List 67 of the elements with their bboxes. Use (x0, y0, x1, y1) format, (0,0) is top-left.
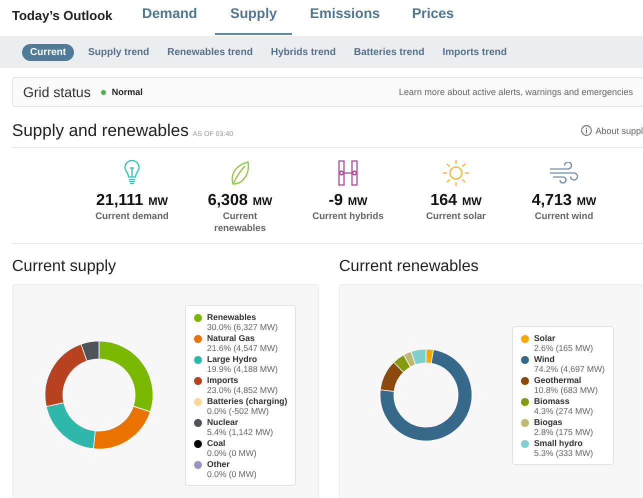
stat-unit: MW (148, 196, 168, 208)
legend-label: Small hydro (534, 438, 584, 448)
alerts-link[interactable]: Learn more about active alerts, warnings and emergencies (398, 87, 633, 97)
status-value: Normal (112, 87, 143, 97)
legend-label: Coal (207, 438, 226, 448)
legend-label: Large Hydro (207, 354, 258, 364)
stat-value: 6,308 (208, 192, 248, 210)
stat-label: Current demand (94, 211, 170, 223)
legend-label: Biogas (534, 416, 564, 426)
legend-value: 0.0% (0 MW) (207, 468, 257, 478)
legend-value: 21.6% (4,547 MW) (207, 342, 278, 352)
legend-label: Other (207, 458, 231, 468)
wind-icon (549, 162, 579, 184)
legend-label: Wind (534, 354, 556, 364)
legend-value: 23.0% (4,852 MW) (207, 384, 278, 394)
subnav-tab[interactable]: Current (22, 44, 74, 60)
status-label: Grid status (23, 84, 91, 100)
stat-label: Current wind (534, 211, 594, 223)
stat-unit: MW (348, 196, 368, 208)
info-icon (581, 125, 592, 136)
subnav-tab[interactable]: Renewables trend (167, 44, 253, 60)
legend-label: Renewables (207, 312, 258, 322)
legend-label: Natural Gas (207, 332, 256, 342)
legend-value: 0.0% (-502 MW) (207, 406, 269, 416)
page-title: Today’s Outlook (12, 8, 114, 25)
lightbulb-icon (124, 160, 140, 186)
legend-value: 0.0% (0 MW) (207, 448, 257, 458)
leaf-icon (230, 160, 250, 186)
legend-value: 10.8% (683 MW) (534, 384, 598, 394)
legend-label: Geothermal (534, 374, 582, 384)
sun-icon (442, 159, 470, 187)
legend-value: 4.3% (274 MW) (534, 406, 594, 416)
stat-value: 4,713 (532, 192, 572, 210)
legend-value: 2.8% (175 MW) (534, 426, 594, 436)
stat-label: Current solar (425, 211, 487, 223)
stat-unit: MW (576, 196, 596, 208)
subnav-tab[interactable]: Batteries trend (354, 44, 424, 60)
stat-value: 164 (430, 192, 458, 210)
section-title: Supply and renewables (12, 121, 189, 141)
stat-value: -9 (328, 192, 343, 210)
legend-value: 19.9% (4,188 MW) (207, 364, 278, 374)
legend-value: 5.4% (1,142 MW) (207, 426, 274, 436)
subnav-tab[interactable]: Hybrids trend (270, 44, 336, 60)
subnav-tab[interactable]: Imports trend (442, 44, 507, 60)
panel-title: Current supply (12, 258, 118, 276)
legend-label: Biomass (534, 396, 570, 406)
stat-label: Current hybrids (311, 211, 385, 223)
donut-slice (46, 402, 96, 450)
legend-label: Solar (534, 332, 556, 342)
nav-tab[interactable]: Emissions (296, 5, 394, 35)
legend-value: 2.6% (165 MW) (534, 342, 594, 352)
nav-tab[interactable]: Prices (398, 5, 468, 35)
hybrid-icon (336, 160, 360, 186)
legend-value: 5.3% (333 MW) (534, 448, 594, 458)
panel-title: Current renewables (339, 258, 480, 276)
nav-tab[interactable]: Demand (128, 5, 212, 35)
stat-value: 21,111 (96, 192, 144, 210)
legend-label: Imports (207, 374, 240, 384)
stat-unit: MW (462, 196, 482, 208)
stat-label: Current renewables (213, 211, 267, 235)
legend-label: Batteries (charging) (207, 396, 288, 406)
stat-unit: MW (252, 196, 272, 208)
about-link[interactable]: About suppl (595, 126, 643, 136)
subnav-tab[interactable]: Supply trend (88, 44, 150, 60)
legend-value: 74.2% (4,697 MW) (534, 364, 605, 374)
legend-label: Nuclear (207, 416, 240, 426)
legend-value: 30.0% (6,327 MW) (207, 322, 278, 332)
